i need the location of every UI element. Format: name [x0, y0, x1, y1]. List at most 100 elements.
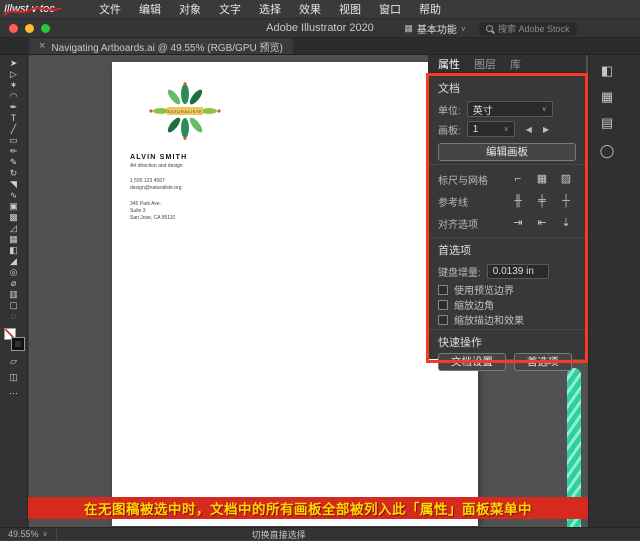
menu-help[interactable]: 帮助 — [410, 0, 450, 19]
workspace-label: 基本功能 — [416, 25, 457, 36]
color-panel-icon[interactable]: ◧ — [598, 62, 616, 80]
right-dock: ≡ ◧ ▦ ▤ ◯ — [588, 38, 640, 527]
menu-type[interactable]: 文字 — [210, 0, 250, 19]
document-setup-button[interactable]: 文档设置 — [438, 353, 506, 371]
window-controls — [9, 24, 57, 33]
minimize-window-button[interactable] — [25, 24, 34, 33]
direct-selection-tool[interactable]: ▷ — [0, 69, 27, 80]
line-segment-tool[interactable]: ╱ — [0, 124, 27, 135]
snap-to-point-icon[interactable]: ⇤ — [532, 215, 552, 231]
chevron-down-icon: ∨ — [541, 106, 547, 113]
divider — [428, 329, 586, 330]
lasso-tool[interactable]: ◠ — [0, 91, 27, 102]
grid-icon[interactable]: ▦ — [532, 171, 552, 187]
tab-properties[interactable]: 属性 — [438, 56, 460, 72]
tab-libraries[interactable]: 库 — [510, 56, 521, 72]
libraries-panel-icon[interactable]: ▤ — [598, 114, 616, 132]
menu-effect[interactable]: 效果 — [290, 0, 330, 19]
blend-tool[interactable]: ◎ — [0, 267, 27, 278]
scale-tool[interactable]: ◥ — [0, 179, 27, 190]
properties-panel: 属性 图层 库 文档 单位: 英寸 ∨ 画板: 1 ∨ ◀ ▶ 编辑画板 标尺与… — [426, 55, 588, 371]
preview-bounds-checkbox[interactable] — [438, 284, 448, 295]
free-transform-tool[interactable]: ▣ — [0, 201, 27, 212]
perspective-grid-tool[interactable]: ◿ — [0, 223, 27, 234]
search-input[interactable] — [498, 23, 570, 34]
zoom-select[interactable]: 49.55% ∨ — [0, 528, 57, 540]
next-artboard-button[interactable]: ▶ — [543, 125, 549, 134]
menu-edit[interactable]: 编辑 — [130, 0, 170, 19]
pen-tool[interactable]: ✒ — [0, 102, 27, 113]
menu-view[interactable]: 视图 — [330, 0, 370, 19]
gradient-tool[interactable]: ◧ — [0, 245, 27, 256]
scale-corners-option: 缩放边角 — [438, 298, 576, 312]
zoom-value: 49.55% — [8, 529, 39, 539]
ruler-icon[interactable]: ⌐ — [508, 171, 528, 187]
tab-layers[interactable]: 图层 — [474, 56, 496, 72]
workspace-switcher[interactable]: ▦ 基本功能 ∨ — [404, 21, 466, 36]
document-tab[interactable]: × Navigating Artboards.ai @ 49.55% (RGB/… — [29, 38, 293, 54]
swatches-panel-icon[interactable]: ▦ — [598, 88, 616, 106]
menu-object[interactable]: 对象 — [170, 0, 210, 19]
contact-address-2: Suite 3 — [130, 208, 146, 214]
close-window-button[interactable] — [9, 24, 18, 33]
menu-file[interactable]: 文件 — [90, 0, 130, 19]
keyboard-increment-row: 键盘增量: 0.0139 in — [438, 261, 576, 281]
paintbrush-tool[interactable]: ✏ — [0, 146, 27, 157]
magic-wand-tool[interactable]: ✶ — [0, 80, 27, 91]
rulers-grids-label: 标尺与网格 — [438, 175, 488, 187]
artboard-page: NATURALISTE ALVIN SMITH Art direction an… — [112, 62, 478, 526]
rotate-tool[interactable]: ↻ — [0, 168, 27, 179]
preferences-button[interactable]: 首选项 — [514, 353, 572, 371]
mesh-tool[interactable]: ▦ — [0, 234, 27, 245]
chevron-down-icon: ∨ — [503, 126, 509, 133]
menu-bar: Illwst v toc 文件 编辑 对象 文字 选择 效果 视图 窗口 帮助 — [0, 0, 640, 19]
selection-tool[interactable]: ➤ — [0, 58, 27, 69]
zoom-window-button[interactable] — [41, 24, 50, 33]
scale-corners-checkbox[interactable] — [438, 299, 448, 310]
snap-options-row: 对齐选项 ⇥ ⇤ ⇣ — [438, 212, 576, 234]
prev-artboard-button[interactable]: ◀ — [526, 125, 532, 134]
zoom-tool[interactable]: ◌ — [0, 311, 27, 322]
lock-guides-icon[interactable]: ╪ — [532, 193, 552, 209]
artboard-tool[interactable]: ▢ — [0, 300, 27, 311]
stroke-swatch[interactable] — [10, 337, 25, 351]
snap-to-pixel-icon[interactable]: ⇥ — [508, 215, 528, 231]
fill-stroke-swatches[interactable] — [3, 328, 25, 351]
draw-mode-icon[interactable]: ▱ — [10, 356, 17, 366]
chevron-down-icon: ∨ — [42, 531, 48, 538]
graph-tool[interactable]: ▥ — [0, 289, 27, 300]
contact-name: ALVIN SMITH — [130, 154, 188, 161]
sync-icon[interactable]: ◯ — [598, 142, 616, 160]
snap-to-glyph-icon[interactable]: ⇣ — [556, 215, 576, 231]
contact-role: Art direction and design — [130, 163, 183, 169]
symbol-sprayer-tool[interactable]: ⌀ — [0, 278, 27, 289]
watermark-scribble — [3, 7, 62, 16]
stock-search[interactable] — [478, 21, 578, 36]
transparency-grid-icon[interactable]: ▨ — [556, 171, 576, 187]
scale-corners-label: 缩放边角 — [454, 301, 494, 312]
artboard-row: 画板: 1 ∨ ◀ ▶ — [438, 119, 576, 139]
eyedropper-tool[interactable]: ◢ — [0, 256, 27, 267]
menu-window[interactable]: 窗口 — [370, 0, 410, 19]
screen-mode-icon[interactable]: ◫ — [9, 372, 18, 382]
document-section-title: 文档 — [438, 83, 460, 95]
scale-strokes-checkbox[interactable] — [438, 314, 448, 325]
units-select[interactable]: 英寸 ∨ — [466, 101, 553, 117]
rectangle-tool[interactable]: ▭ — [0, 135, 27, 146]
shape-builder-tool[interactable]: ▩ — [0, 212, 27, 223]
edit-artboards-button[interactable]: 编辑画板 — [438, 143, 576, 161]
more-icon[interactable]: ⋯ — [9, 388, 18, 398]
close-tab-icon[interactable]: × — [39, 40, 45, 52]
contact-email: design@naturaliste.org — [130, 185, 182, 191]
guides-icon[interactable]: ╫ — [508, 193, 528, 209]
pencil-tool[interactable]: ✎ — [0, 157, 27, 168]
smart-guides-icon[interactable]: ┼ — [556, 193, 576, 209]
artboard-select[interactable]: 1 ∨ — [466, 121, 515, 137]
width-tool[interactable]: ∿ — [0, 190, 27, 201]
chevron-down-icon: ∨ — [460, 25, 466, 33]
type-tool[interactable]: T — [0, 113, 27, 124]
keyboard-increment-label: 键盘增量: — [438, 267, 481, 279]
divider — [428, 237, 586, 238]
menu-select[interactable]: 选择 — [250, 0, 290, 19]
keyboard-increment-input[interactable]: 0.0139 in — [486, 263, 549, 279]
